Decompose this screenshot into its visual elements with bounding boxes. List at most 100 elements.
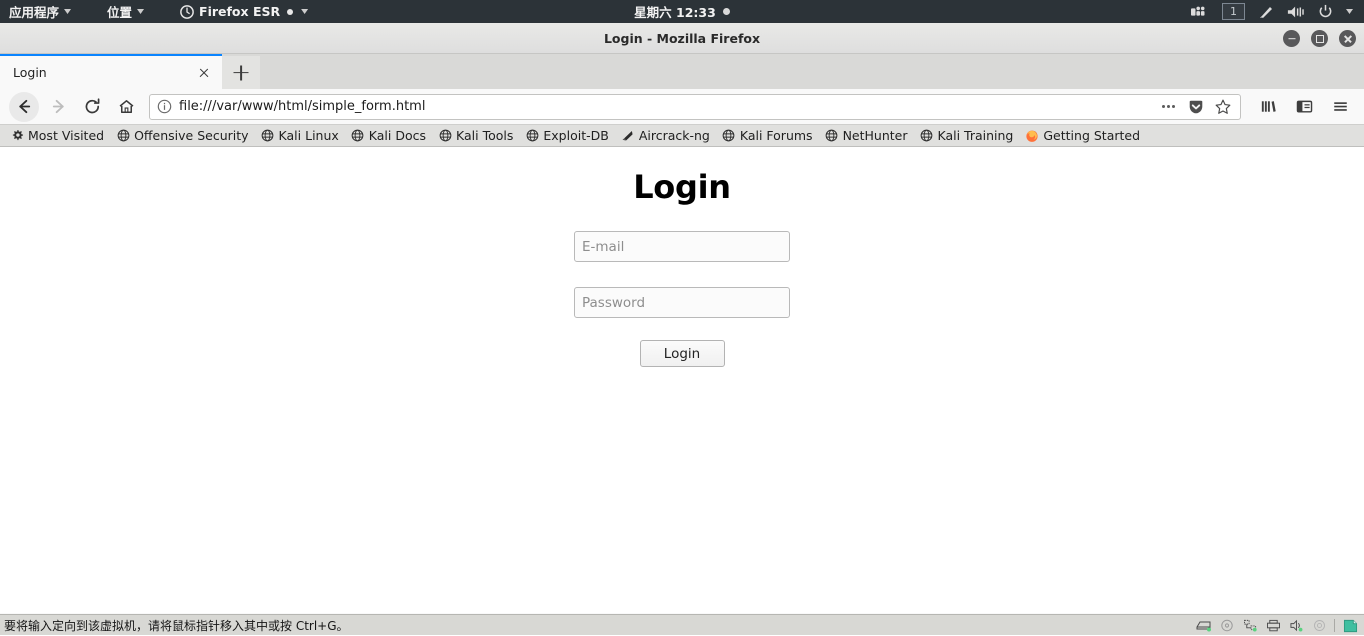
bookmark-kali-docs[interactable]: Kali Docs [345, 125, 432, 146]
navigation-toolbar: file:///var/www/html/simple_form.html [0, 89, 1364, 124]
volume-icon[interactable] [1287, 5, 1305, 19]
globe-icon [261, 129, 275, 143]
tab-title: Login [13, 65, 47, 80]
places-menu[interactable]: 位置 [97, 0, 154, 23]
chevron-down-icon [64, 9, 72, 14]
bookmark-label: Aircrack-ng [638, 128, 710, 143]
forward-button[interactable] [41, 92, 75, 122]
tab-strip: Login [0, 54, 1364, 89]
bookmark-label: Getting Started [1043, 128, 1141, 143]
applications-menu[interactable]: 应用程序 [0, 0, 81, 23]
url-text[interactable]: file:///var/www/html/simple_form.html [179, 99, 1153, 114]
bookmark-nethunter[interactable]: NetHunter [819, 125, 914, 146]
aircrack-icon [621, 129, 635, 143]
back-button[interactable] [7, 92, 41, 122]
globe-icon [525, 129, 539, 143]
reload-button[interactable] [75, 92, 109, 122]
bookmark-label: Kali Forums [739, 128, 813, 143]
minimize-button[interactable] [1283, 30, 1300, 47]
workspace-indicator[interactable]: 1 [1222, 3, 1245, 20]
email-row [0, 206, 1364, 262]
library-button[interactable] [1251, 92, 1285, 122]
status-dot-icon [722, 8, 730, 15]
bookmark-label: Kali Training [937, 128, 1014, 143]
globe-icon [825, 129, 839, 143]
desktop-top-panel: 应用程序 位置 Firefox ESR 星期六 12:33 1 [0, 0, 1364, 23]
clock-text: 星期六 12:33 [634, 5, 716, 20]
window-title: Login - Mozilla Firefox [603, 30, 761, 46]
chevron-down-icon[interactable] [1346, 9, 1353, 14]
ellipsis-icon[interactable] [1159, 97, 1178, 116]
bluetooth-pen-icon[interactable] [1258, 4, 1274, 20]
globe-icon [722, 129, 736, 143]
pocket-shield-icon[interactable] [1186, 97, 1205, 116]
globe-icon [438, 129, 452, 143]
printer-icon[interactable] [1265, 618, 1281, 633]
window-controls [1283, 23, 1356, 54]
toolbar-right-buttons [1247, 92, 1357, 122]
bookmark-most-visited[interactable]: Most Visited [4, 125, 110, 146]
window-titlebar: Login - Mozilla Firefox [0, 23, 1364, 54]
firefox-esr-label: Firefox ESR [199, 4, 281, 19]
password-field[interactable] [574, 287, 790, 318]
globe-icon [919, 129, 933, 143]
panel-tray: 1 [1191, 0, 1364, 23]
url-bar[interactable]: file:///var/www/html/simple_form.html [149, 93, 1241, 120]
network-icon[interactable] [1242, 618, 1258, 633]
chevron-down-icon [301, 9, 309, 14]
bookmark-label: Offensive Security [134, 128, 249, 143]
bookmark-exploit-db[interactable]: Exploit-DB [519, 125, 614, 146]
password-row [0, 262, 1364, 318]
bookmark-label: Exploit-DB [543, 128, 609, 143]
workspace-number: 1 [1230, 5, 1237, 18]
sound-icon[interactable] [1288, 618, 1304, 633]
bookmark-label: Kali Linux [278, 128, 339, 143]
camera-video-icon[interactable] [1191, 5, 1209, 19]
vmware-status-message: 要将输入定向到该虚拟机，请将鼠标指针移入其中或按 Ctrl+G。 [4, 618, 349, 633]
applications-menu-label: 应用程序 [9, 5, 60, 20]
places-menu-label: 位置 [107, 5, 133, 20]
login-button[interactable]: Login [639, 340, 725, 367]
maximize-button[interactable] [1311, 30, 1328, 47]
firefox-esr-window-button[interactable]: Firefox ESR [170, 0, 318, 23]
bookmarks-toolbar: Most Visited Offensive Security Kali Lin… [0, 124, 1364, 147]
bookmark-label: Most Visited [28, 128, 105, 143]
bookmark-kali-linux[interactable]: Kali Linux [255, 125, 345, 146]
bookmark-label: Kali Tools [456, 128, 514, 143]
chevron-down-icon [137, 9, 145, 14]
page-content: Login Login [0, 147, 1364, 613]
tray-divider [1334, 619, 1335, 632]
vmware-status-bar: 要将输入定向到该虚拟机，请将鼠标指针移入其中或按 Ctrl+G。 [0, 614, 1364, 635]
new-tab-button[interactable] [222, 56, 260, 89]
globe-icon [116, 129, 130, 143]
submit-row: Login [0, 318, 1364, 367]
usb-icon[interactable] [1311, 618, 1327, 633]
bookmark-aircrack-ng[interactable]: Aircrack-ng [615, 125, 716, 146]
bookmark-getting-started[interactable]: Getting Started [1019, 125, 1146, 146]
close-button[interactable] [1339, 30, 1356, 47]
star-icon[interactable] [1213, 97, 1232, 116]
firefox-logo-icon [1025, 129, 1039, 143]
globe-icon [351, 129, 365, 143]
home-button[interactable] [109, 92, 143, 122]
bookmark-kali-training[interactable]: Kali Training [913, 125, 1019, 146]
urlbar-actions [1159, 97, 1234, 116]
firefox-window: Login - Mozilla Firefox Login file:///va… [0, 23, 1364, 614]
bookmark-kali-forums[interactable]: Kali Forums [716, 125, 819, 146]
email-field[interactable] [574, 231, 790, 262]
page-title: Login [633, 168, 731, 206]
harddisk-icon[interactable] [1196, 618, 1212, 633]
window-indicator-dot-icon [287, 8, 294, 15]
hamburger-menu-button[interactable] [1323, 92, 1357, 122]
power-icon[interactable] [1318, 4, 1333, 19]
close-icon[interactable] [195, 64, 213, 82]
cd-dvd-icon[interactable] [1219, 618, 1235, 633]
sidebar-button[interactable] [1287, 92, 1321, 122]
bookmark-offensive-security[interactable]: Offensive Security [110, 125, 254, 146]
bookmark-label: Kali Docs [368, 128, 427, 143]
firefox-refresh-icon [180, 4, 194, 19]
bookmark-kali-tools[interactable]: Kali Tools [432, 125, 519, 146]
display-icon[interactable] [1342, 618, 1358, 633]
tab-login[interactable]: Login [0, 54, 222, 89]
info-circle-icon[interactable] [156, 98, 173, 115]
